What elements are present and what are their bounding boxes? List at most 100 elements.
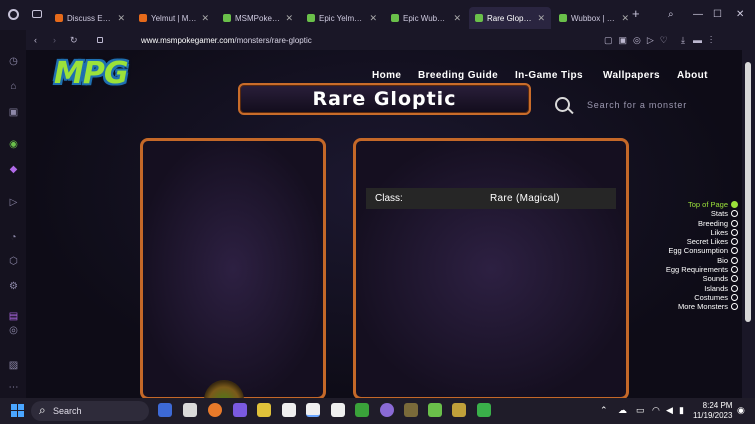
battery-icon[interactable]: ▮ <box>679 405 684 416</box>
tab-close-icon[interactable]: ✕ <box>201 13 209 24</box>
teams-icon[interactable] <box>233 403 247 417</box>
browser-tab[interactable]: Yelmut | My Singi ✕ <box>133 7 215 29</box>
speed-dial-icon[interactable]: ◷ <box>8 56 19 67</box>
new-tab-icon[interactable]: + <box>632 6 640 21</box>
close-window-icon[interactable]: ✕ <box>736 9 744 20</box>
wifi-icon[interactable]: ◠ <box>652 405 660 416</box>
section-dot-icon[interactable] <box>731 293 738 301</box>
tab-close-icon[interactable]: ✕ <box>285 13 293 24</box>
firefox-icon[interactable] <box>208 403 222 417</box>
reload-icon[interactable]: ↻ <box>70 35 78 46</box>
site-logo[interactable]: MPG <box>54 56 134 94</box>
section-link[interactable]: Breeding <box>646 219 742 228</box>
nav-about[interactable]: About <box>677 70 708 81</box>
tab-close-icon[interactable]: ✕ <box>621 13 629 24</box>
section-dot-icon[interactable] <box>731 238 738 246</box>
game-icon-3[interactable] <box>452 403 466 417</box>
section-dot-icon[interactable] <box>731 210 738 218</box>
section-link[interactable]: Costumes <box>646 293 742 302</box>
game-icon-1[interactable] <box>404 403 418 417</box>
section-link[interactable]: Likes <box>646 228 742 237</box>
document-icon-1[interactable] <box>282 403 296 417</box>
scrollbar-thumb[interactable] <box>745 62 751 322</box>
pinboard-icon[interactable]: ▤ <box>8 311 19 322</box>
section-dot-icon[interactable] <box>731 228 738 236</box>
url-text[interactable]: www.msmpokegamer.com/monsters/rare-glopt… <box>141 36 312 45</box>
image-icon[interactable]: ▨ <box>8 360 19 371</box>
section-dot-icon[interactable] <box>731 219 738 227</box>
tab-favicon-icon <box>223 14 231 22</box>
section-link[interactable]: Secret Likes <box>646 237 742 246</box>
tab-close-icon[interactable]: ✕ <box>369 13 377 24</box>
toolbar-icons[interactable]: ▢▣◎▷♡ <box>604 35 674 46</box>
chatgpt-icon[interactable]: ◉ <box>8 139 19 150</box>
aria-icon[interactable]: ◆ <box>8 164 19 175</box>
player-icon[interactable]: ▷ <box>8 197 19 208</box>
more-icon[interactable]: ⋯ <box>8 382 19 393</box>
browser-tab[interactable]: Epic Wubbox | MS✕ <box>385 7 467 29</box>
cube-icon[interactable]: ⬡ <box>8 256 19 267</box>
taskbar-search[interactable]: Search <box>31 401 149 421</box>
game-icon-2[interactable] <box>428 403 442 417</box>
section-dot-icon[interactable] <box>731 201 738 208</box>
section-link[interactable]: Top of Page <box>646 200 742 209</box>
section-link[interactable]: More Monsters <box>646 302 742 311</box>
tab-close-icon[interactable]: ✕ <box>453 13 461 24</box>
forward-icon[interactable]: › <box>53 35 56 45</box>
minimize-icon[interactable]: — <box>693 9 703 20</box>
camera-icon[interactable]: ◎ <box>8 325 19 336</box>
section-link[interactable]: Sounds <box>646 274 742 283</box>
browser-tab[interactable]: Rare Gloptic | MSM ✕ <box>469 7 551 29</box>
store-icon[interactable] <box>257 403 271 417</box>
extensions-icons[interactable]: ⤓▬⋮ <box>681 35 720 46</box>
settings-icon[interactable]: ⚙ <box>8 281 19 292</box>
tray-chevron-icon[interactable]: ⌃ <box>600 405 608 416</box>
tab-close-icon[interactable]: ✕ <box>537 13 545 24</box>
section-link[interactable]: Egg Consumption <box>646 246 742 255</box>
back-icon[interactable]: ‹ <box>34 35 37 45</box>
search-icon[interactable] <box>555 97 570 112</box>
tray-app-icon[interactable]: ▭ <box>636 405 645 416</box>
history-icon[interactable]: ◔ <box>8 232 19 243</box>
section-dot-icon[interactable] <box>731 284 738 292</box>
nav-home[interactable]: Home <box>372 70 401 81</box>
browser-tab[interactable]: MSMPokeGamer✕ <box>217 7 299 29</box>
minecraft-icon[interactable] <box>355 403 369 417</box>
instagram-icon[interactable]: ▣ <box>8 107 19 118</box>
widgets-icon[interactable] <box>158 403 172 417</box>
nav-breeding-guide[interactable]: Breeding Guide <box>418 70 498 81</box>
section-link[interactable]: Egg Requirements <box>646 265 742 274</box>
3d-viewer-icon[interactable] <box>380 403 394 417</box>
windows-taskbar: Search ⌃ ☁ ▭ ◠ ◀ ▮ 8:24 PM11/19/2023 ◉ <box>0 398 755 424</box>
workspace-icon[interactable] <box>32 10 42 18</box>
document-icon-2[interactable] <box>306 403 320 417</box>
section-dot-icon[interactable] <box>731 275 738 283</box>
document-icon-3[interactable] <box>331 403 345 417</box>
section-link-label: Top of Page <box>687 200 728 209</box>
search-tabs-icon[interactable]: ⌕ <box>668 9 674 20</box>
nav-wallpapers[interactable]: Wallpapers <box>603 70 660 81</box>
notifications-icon[interactable]: ◉ <box>737 405 745 416</box>
shopping-icon[interactable]: ⌂ <box>8 81 19 92</box>
section-link[interactable]: Bio <box>646 256 742 265</box>
section-dot-icon[interactable] <box>731 256 738 264</box>
maximize-icon[interactable]: ☐ <box>713 9 722 20</box>
clock[interactable]: 8:24 PM 11/19/2023 <box>693 401 732 421</box>
browser-tab[interactable]: Wubbox | MSMPo ✕ <box>553 7 635 29</box>
browser-tab[interactable]: Epic Yelmut | MSM✕ <box>301 7 383 29</box>
start-button[interactable] <box>11 404 24 417</box>
game-icon-4[interactable] <box>477 403 491 417</box>
file-explorer-icon[interactable] <box>183 403 197 417</box>
nav-in-game-tips[interactable]: In-Game Tips <box>515 70 583 81</box>
opera-logo-icon[interactable] <box>8 9 19 20</box>
search-input[interactable]: Search for a monster <box>587 100 687 110</box>
section-dot-icon[interactable] <box>731 303 738 311</box>
browser-tab[interactable]: Discuss Everything✕ <box>49 7 131 29</box>
section-dot-icon[interactable] <box>731 266 738 274</box>
section-dot-icon[interactable] <box>731 247 738 255</box>
section-link[interactable]: Islands <box>646 284 742 293</box>
onedrive-icon[interactable]: ☁ <box>618 405 627 416</box>
tab-close-icon[interactable]: ✕ <box>117 13 125 24</box>
section-link[interactable]: Stats <box>646 209 742 218</box>
volume-icon[interactable]: ◀ <box>666 405 673 416</box>
